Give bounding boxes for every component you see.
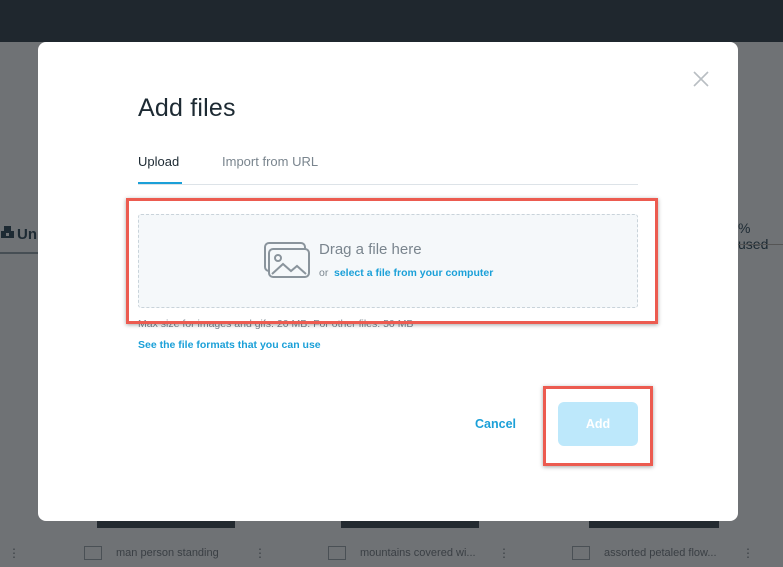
file-icon (572, 546, 590, 560)
file-name: assorted petaled flow... (572, 546, 720, 560)
dropzone-highlight-box (126, 198, 658, 324)
tab-upload[interactable]: Upload (138, 154, 179, 169)
more-icon: ⋮ (742, 546, 754, 560)
background-tab: Un (0, 218, 40, 254)
more-icon: ⋮ (498, 546, 510, 560)
file-thumbnail (589, 520, 719, 528)
background-tab-label: Un (17, 226, 37, 243)
dialog-title: Add files (138, 94, 236, 122)
file-icon (84, 546, 102, 560)
close-icon[interactable] (692, 70, 710, 88)
file-formats-link[interactable]: See the file formats that you can use (138, 339, 321, 351)
background-tab-underline (0, 252, 40, 254)
file-name: man person standing (84, 546, 234, 560)
tab-import-from-url[interactable]: Import from URL (222, 154, 318, 169)
file-icon (328, 546, 346, 560)
more-icon: ⋮ (254, 546, 266, 560)
file-thumbnail (97, 520, 235, 528)
more-icon: ⋮ (8, 546, 20, 560)
app-top-bar (0, 0, 783, 42)
tab-bar: Upload Import from URL (138, 154, 638, 185)
cancel-button[interactable]: Cancel (475, 417, 516, 431)
storage-used-bar (738, 244, 783, 245)
storage-used-label: % used (738, 220, 769, 252)
storage-icon (1, 226, 14, 238)
add-button-highlight-box (543, 386, 653, 466)
file-name: mountains covered wi... (328, 546, 478, 560)
active-tab-indicator (138, 182, 182, 184)
file-thumbnail (341, 520, 479, 528)
